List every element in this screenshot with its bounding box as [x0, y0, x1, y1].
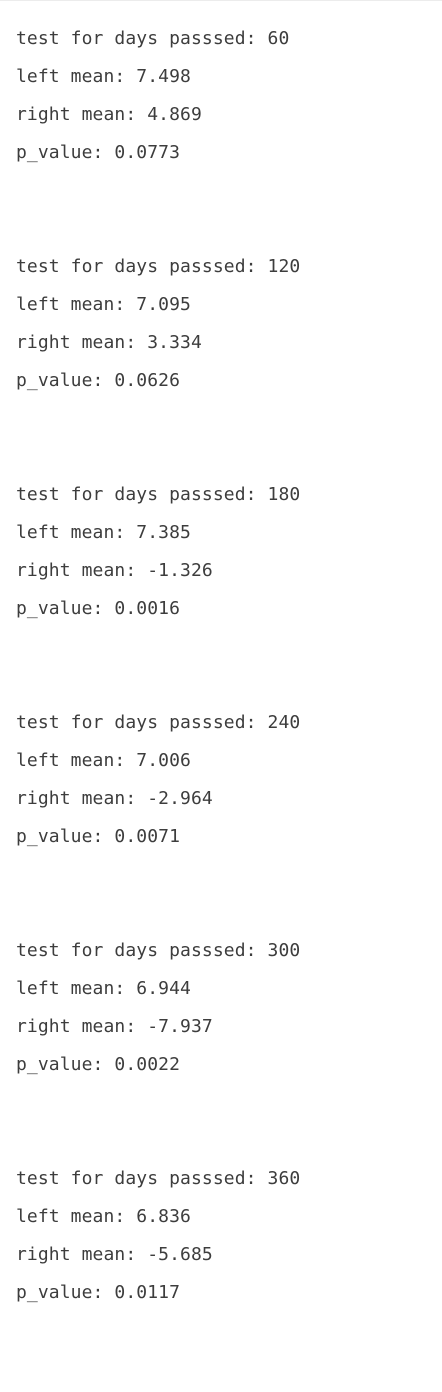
right-mean: right mean: -1.326 [16, 560, 213, 581]
left-mean: left mean: 7.006 [16, 750, 191, 771]
p-value: p_value: 0.0022 [16, 1054, 181, 1075]
p-value: p_value: 0.0016 [16, 598, 181, 619]
left-mean: left mean: 7.095 [16, 294, 191, 315]
p-value: p_value: 0.0773 [16, 142, 181, 163]
right-mean: right mean: 4.869 [16, 104, 202, 125]
left-mean: left mean: 6.944 [16, 978, 191, 999]
test-header: test for days passsed: 60 [16, 28, 290, 49]
test-result-block: test for days passsed: 120 left mean: 7.… [16, 252, 436, 404]
test-result-block: test for days passsed: 180 left mean: 7.… [16, 480, 436, 632]
output-top-border [0, 0, 442, 1]
output-area: test for days passsed: 60 left mean: 7.4… [16, 24, 436, 1392]
test-header: test for days passsed: 240 [16, 712, 301, 733]
test-header: test for days passsed: 180 [16, 484, 301, 505]
p-value: p_value: 0.0626 [16, 370, 181, 391]
left-mean: left mean: 7.498 [16, 66, 191, 87]
p-value: p_value: 0.0117 [16, 1282, 181, 1303]
left-mean: left mean: 7.385 [16, 522, 191, 543]
test-header: test for days passsed: 360 [16, 1168, 301, 1189]
right-mean: right mean: 3.334 [16, 332, 202, 353]
left-mean: left mean: 6.836 [16, 1206, 191, 1227]
p-value: p_value: 0.0071 [16, 826, 181, 847]
test-header: test for days passsed: 120 [16, 256, 301, 277]
test-result-block: test for days passsed: 360 left mean: 6.… [16, 1164, 436, 1316]
right-mean: right mean: -2.964 [16, 788, 213, 809]
test-result-block: test for days passsed: 60 left mean: 7.4… [16, 24, 436, 176]
test-result-block: test for days passsed: 240 left mean: 7.… [16, 708, 436, 860]
right-mean: right mean: -7.937 [16, 1016, 213, 1037]
right-mean: right mean: -5.685 [16, 1244, 213, 1265]
test-result-block: test for days passsed: 300 left mean: 6.… [16, 936, 436, 1088]
test-header: test for days passsed: 300 [16, 940, 301, 961]
